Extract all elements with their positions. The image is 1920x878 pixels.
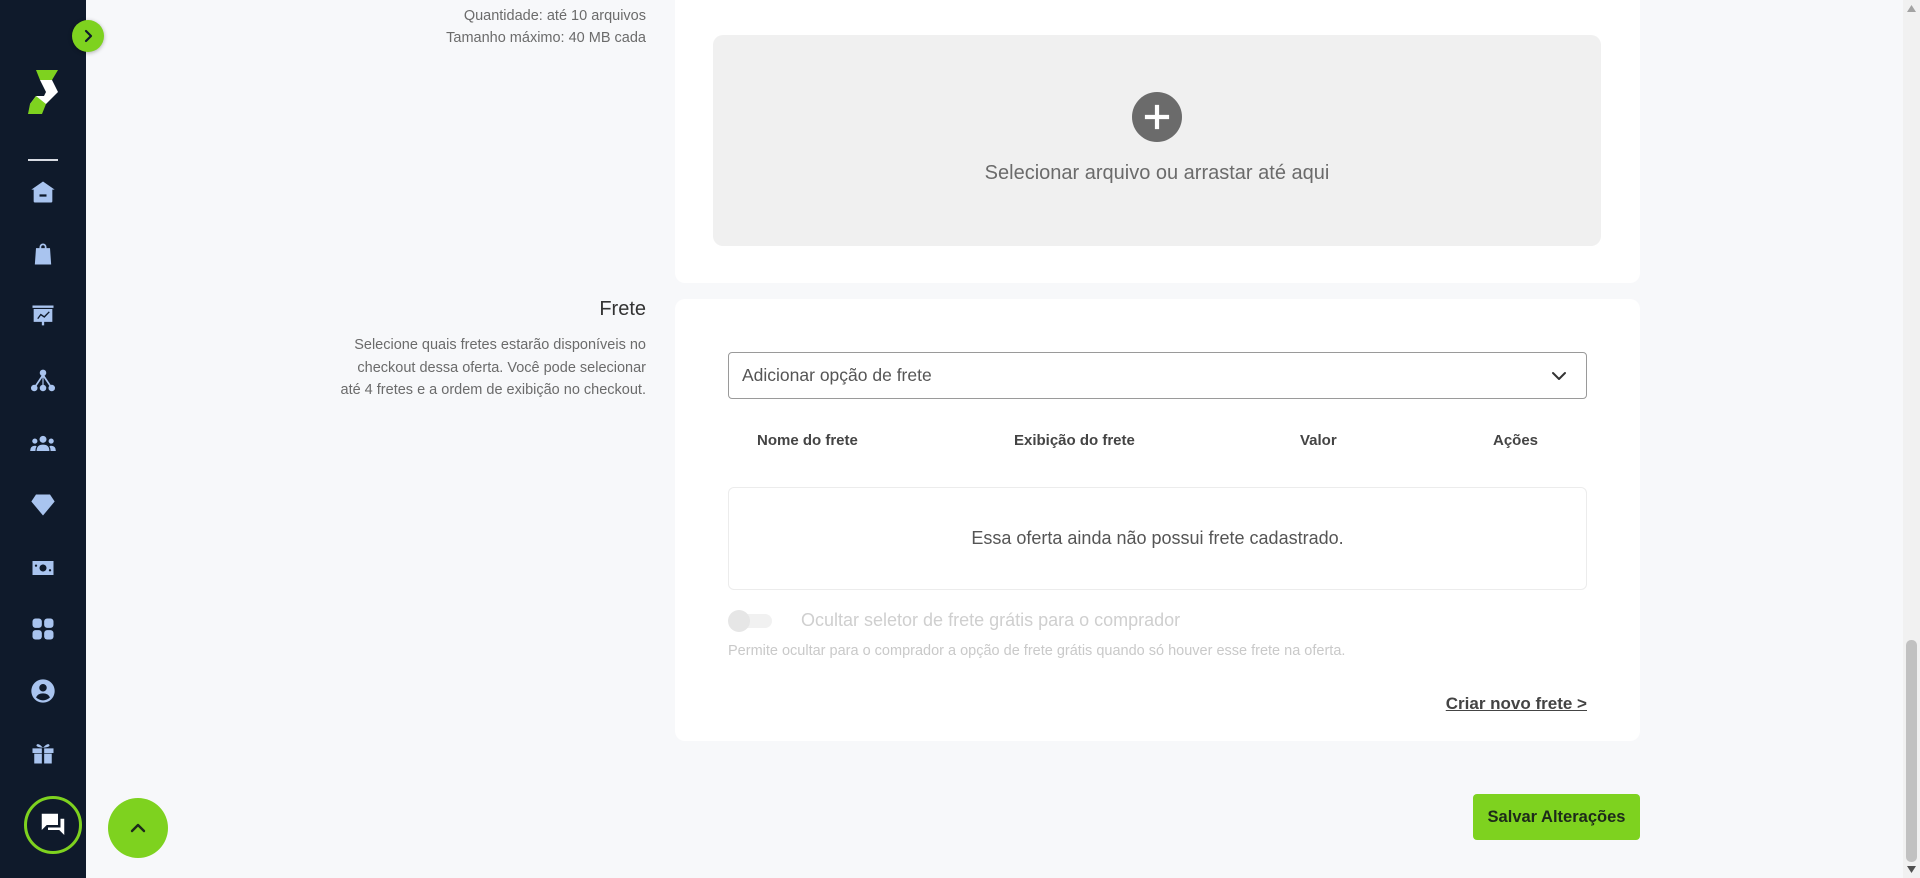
sidebar-item-home[interactable] [25,174,61,210]
toggle-label: Ocultar seletor de frete grátis para o c… [801,610,1181,630]
money-icon [32,561,54,575]
upload-quantity: Quantidade: até 10 arquivos [463,8,646,24]
scroll-up-arrow-icon[interactable] [1906,4,1917,13]
frete-description: Selecione quais fretes estarão disponíve… [340,337,647,398]
header-acoes: Ações [1493,432,1539,449]
sidebar-item-account[interactable] [25,673,61,709]
network-icon [30,369,56,392]
users-icon [30,435,56,451]
sidebar-item-products[interactable] [25,236,61,272]
chat-button[interactable] [24,796,82,854]
header-nome: Nome do frete [757,432,858,449]
shopping-bag-icon [34,243,52,265]
add-file-icon [1132,92,1182,142]
sidebar-divider [28,159,58,161]
scroll-down-arrow-icon[interactable] [1906,865,1917,874]
diamond-icon [31,494,55,516]
empty-message: Essa oferta ainda não possui frete cadas… [971,528,1344,548]
frete-card: Adicionar opção de frete Nome do frete E… [675,299,1640,741]
page-scrollbar[interactable] [1903,0,1920,878]
upload-card: Selecionar arquivo ou arrastar até aqui [675,0,1640,283]
sidebar-item-premium[interactable] [25,487,61,523]
gift-icon [32,744,54,764]
sidebar-item-reports[interactable] [25,298,61,334]
dropzone-label: Selecionar arquivo ou arrastar até aqui [984,162,1330,184]
presentation-chart-icon [32,305,54,326]
frete-option-select[interactable]: Adicionar opção de frete [728,352,1587,399]
toggle-help-text: Permite ocultar para o comprador a opção… [728,643,1346,659]
chevron-right-icon [84,29,93,43]
sidebar-expand-button[interactable] [72,20,104,52]
header-valor: Valor [1300,432,1337,449]
upload-limits: Quantidade: até 10 arquivos Tamanho máxi… [446,5,646,49]
upload-max-size: Tamanho máximo: 40 MB cada [446,30,646,46]
sidebar [0,0,86,878]
hide-free-shipping-toggle[interactable] [728,610,774,632]
file-dropzone[interactable]: Selecionar arquivo ou arrastar até aqui [713,35,1601,246]
header-exibicao: Exibição do frete [1014,432,1135,449]
sidebar-item-rewards[interactable] [25,735,61,771]
sidebar-item-apps[interactable] [25,611,61,647]
frete-select-placeholder: Adicionar opção de frete [742,365,932,385]
home-icon [31,181,55,203]
frete-empty-state: Essa oferta ainda não possui frete cadas… [728,487,1587,590]
sidebar-item-affiliates[interactable] [25,363,61,399]
chevron-down-icon [1552,372,1566,380]
create-frete-link[interactable]: Criar novo frete > [1446,694,1587,714]
chat-icon [41,813,65,835]
save-button[interactable]: Salvar Alterações [1473,794,1640,840]
scroll-to-top-button[interactable] [108,798,168,858]
apps-grid-icon [32,618,54,640]
account-circle-icon [31,679,55,703]
chevron-up-icon [130,823,146,833]
sidebar-item-members[interactable] [25,426,61,462]
logo [28,70,58,114]
scrollbar-thumb[interactable] [1906,640,1917,862]
sidebar-item-finance[interactable] [25,550,61,586]
frete-title: Frete [599,298,646,320]
